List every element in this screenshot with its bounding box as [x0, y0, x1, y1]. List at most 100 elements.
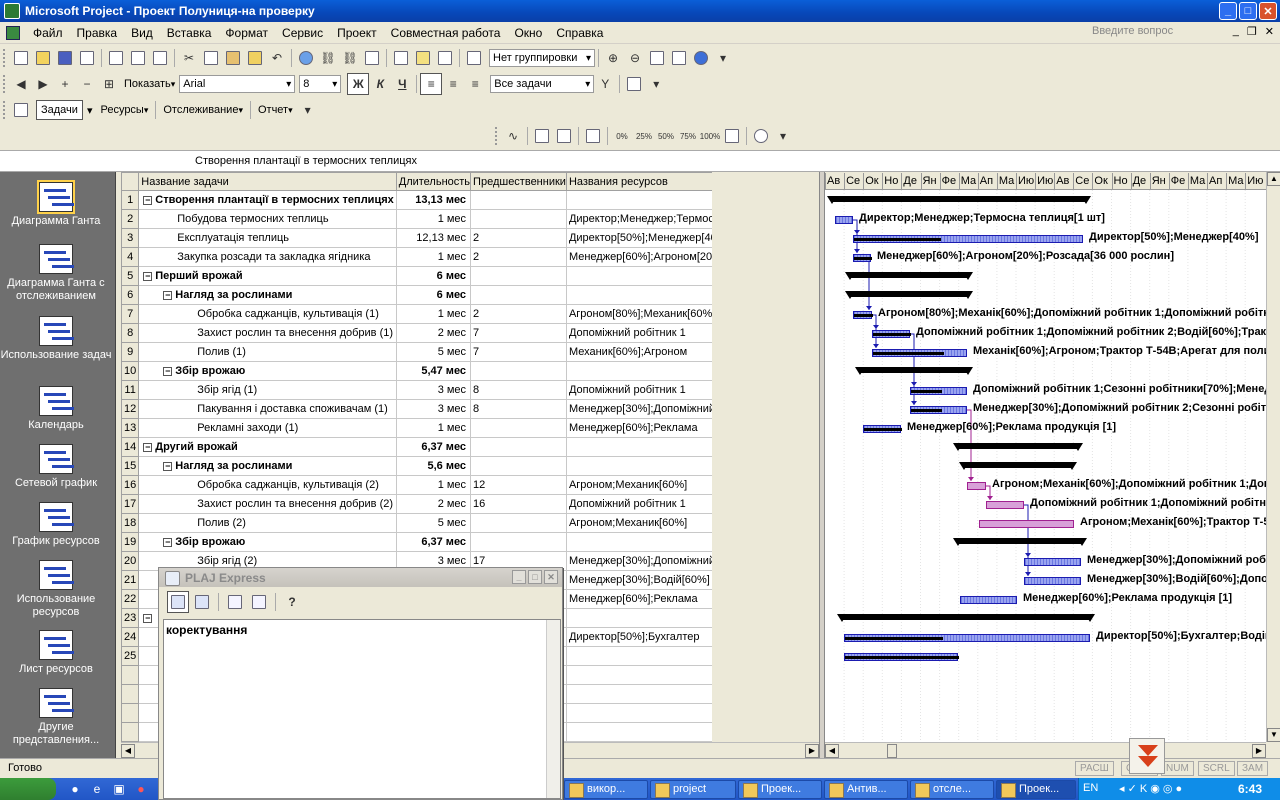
table-row[interactable]: 1− Створення плантації в термосних теплиц… [121, 190, 712, 210]
document-icon[interactable] [6, 25, 20, 40]
task-name-cell[interactable]: − Збір врожаю [138, 532, 397, 552]
menu-collaborate[interactable]: Совместная работа [384, 26, 508, 40]
duration-cell[interactable]: 6,37 мес [395, 437, 472, 457]
update-as-scheduled-icon[interactable] [531, 125, 553, 147]
resource-names-cell[interactable] [565, 190, 712, 210]
resource-names-cell[interactable]: Менеджер[30%];Водій[60%] [565, 570, 712, 590]
duration-cell[interactable]: 1 мес [395, 209, 472, 229]
percent-50-button[interactable]: 50% [655, 125, 677, 147]
menu-insert[interactable]: Вставка [160, 26, 219, 40]
percent-25-button[interactable]: 25% [633, 125, 655, 147]
table-row[interactable]: 12 Пакування і доставка споживачам (1) 3 м… [121, 399, 712, 419]
print-icon[interactable] [105, 47, 127, 69]
row-id[interactable]: 15 [121, 456, 140, 476]
plaj-close-icon[interactable]: ✕ [544, 570, 558, 584]
duration-cell[interactable]: 1 мес [395, 247, 472, 267]
task-name-cell[interactable]: − Другий врожай [138, 437, 397, 457]
collapse-toggle-icon[interactable]: − [143, 613, 153, 623]
row-id[interactable]: 25 [121, 646, 140, 666]
task-info-icon[interactable] [390, 47, 412, 69]
tray-icons[interactable]: ◂ ✓ K ◉ ◎ ● [1119, 782, 1182, 795]
hyperlink-globe-icon[interactable] [295, 47, 317, 69]
doc-minimize-icon[interactable]: _ [1233, 25, 1239, 38]
plaj-maximize-icon[interactable]: □ [528, 570, 542, 584]
toolbar-options-icon[interactable]: ▾ [712, 47, 734, 69]
col-task-name[interactable]: Название задачи [138, 172, 397, 191]
duration-cell[interactable]: 6 мес [395, 266, 472, 286]
entry-value[interactable]: Створення плантації в термосних теплицях [195, 155, 417, 167]
report-button[interactable]: Отчет [254, 100, 297, 120]
font-dropdown[interactable]: Arial [179, 75, 296, 93]
save-icon[interactable] [54, 47, 76, 69]
notification-arrow-icon[interactable] [1129, 738, 1165, 774]
table-row[interactable]: 19− Збір врожаю 6,37 мес [121, 532, 712, 552]
select-all-corner[interactable] [121, 172, 140, 191]
task-name-cell[interactable]: Захист рослин та внесення добрив (1) [138, 323, 397, 343]
collaborate-icon[interactable] [750, 125, 772, 147]
toolbar-options-icon[interactable]: ▾ [772, 125, 794, 147]
table-row[interactable]: 2 Побудова термосних теплиць 1 мес Директор… [121, 209, 712, 229]
resource-names-cell[interactable]: Менеджер[60%];Реклама [565, 589, 712, 609]
outdent-minus-icon[interactable]: − [76, 73, 98, 95]
row-id[interactable]: 12 [121, 399, 140, 419]
taskbar-btn-5[interactable]: отсле... [910, 780, 994, 799]
view-more-views[interactable]: Другие представления... [0, 688, 112, 747]
row-id[interactable]: 11 [121, 380, 140, 400]
view-task-usage[interactable]: Использование задач [0, 316, 112, 362]
row-id[interactable]: 13 [121, 418, 140, 438]
summary-bar[interactable] [845, 291, 973, 299]
taskbar-btn-4[interactable]: Антив... [824, 780, 908, 799]
unlink-tasks-icon[interactable]: ⛓ [339, 47, 361, 69]
entry-bar[interactable]: Створення плантації в термосних теплицях [0, 150, 1280, 172]
close-button[interactable]: ✕ [1259, 2, 1277, 20]
task-name-cell[interactable]: − Збір врожаю [138, 361, 397, 381]
copy-picture-icon[interactable] [668, 47, 690, 69]
language-indicator[interactable]: EN [1083, 782, 1098, 794]
duration-cell[interactable]: 5 мес [395, 513, 472, 533]
row-id[interactable]: 1 [121, 190, 140, 210]
summary-bar[interactable] [827, 196, 1091, 204]
task-bar[interactable] [853, 235, 1083, 243]
task-name-cell[interactable]: Експлуатація теплиць [138, 228, 397, 248]
go-to-task-icon[interactable] [646, 47, 668, 69]
view-resource-sheet[interactable]: Лист ресурсов [0, 630, 112, 676]
toolbar-grip[interactable] [3, 101, 6, 119]
row-id[interactable]: 10 [121, 361, 140, 381]
row-id[interactable]: 14 [121, 437, 140, 457]
duration-cell[interactable]: 12,13 мес [395, 228, 472, 248]
table-row[interactable]: 3 Експлуатація теплиць 12,13 мес 2 Директор[… [121, 228, 712, 248]
task-bar[interactable] [844, 653, 959, 661]
guide-toggle-icon[interactable] [10, 99, 32, 121]
table-row[interactable]: 16 Обробка саджанців, культивація (2) 1 ме… [121, 475, 712, 495]
table-row[interactable]: 4 Закупка розсади та закладка ягідника 1 м… [121, 247, 712, 267]
menu-format[interactable]: Формат [218, 26, 275, 40]
update-tasks-icon[interactable] [721, 125, 743, 147]
collapse-toggle-icon[interactable]: − [143, 442, 153, 452]
task-name-cell[interactable]: − Перший врожай [138, 266, 397, 286]
row-id[interactable]: 17 [121, 494, 140, 514]
task-name-cell[interactable]: Полив (1) [138, 342, 397, 362]
start-button[interactable] [0, 778, 56, 800]
table-row[interactable]: 7 Обробка саджанців, культивація (1) 1 мес… [121, 304, 712, 324]
tracking-button[interactable]: Отслеживание [159, 100, 247, 120]
duration-cell[interactable]: 2 мес [395, 494, 472, 514]
resource-names-cell[interactable] [565, 532, 712, 552]
task-name-cell[interactable]: Пакування і доставка споживачам (1) [138, 399, 397, 419]
assign-resources-icon[interactable] [434, 47, 456, 69]
menu-tools[interactable]: Сервис [275, 26, 330, 40]
task-name-cell[interactable]: − Нагляд за рослинами [138, 456, 397, 476]
predecessors-cell[interactable] [470, 285, 567, 305]
task-bar[interactable] [910, 406, 967, 414]
duration-cell[interactable]: 5,47 мес [395, 361, 472, 381]
table-row[interactable]: 11 Збір ягід (1) 3 мес 8 Допоміжний робітник… [121, 380, 712, 400]
collapse-toggle-icon[interactable]: − [163, 537, 173, 547]
resource-names-cell[interactable]: Допоміжний робітник 1 [565, 323, 712, 343]
plaj-copy-icon[interactable] [224, 591, 246, 613]
resource-names-cell[interactable]: Агроном;Механик[60%] [565, 513, 712, 533]
copy-icon[interactable] [200, 47, 222, 69]
task-bar[interactable] [863, 425, 902, 433]
search-icon[interactable] [76, 47, 98, 69]
resource-names-cell[interactable]: Директор[50%];Бухгалтер [565, 627, 712, 647]
taskbar-btn-6[interactable]: Проек... [996, 780, 1076, 799]
predecessors-cell[interactable] [470, 266, 567, 286]
